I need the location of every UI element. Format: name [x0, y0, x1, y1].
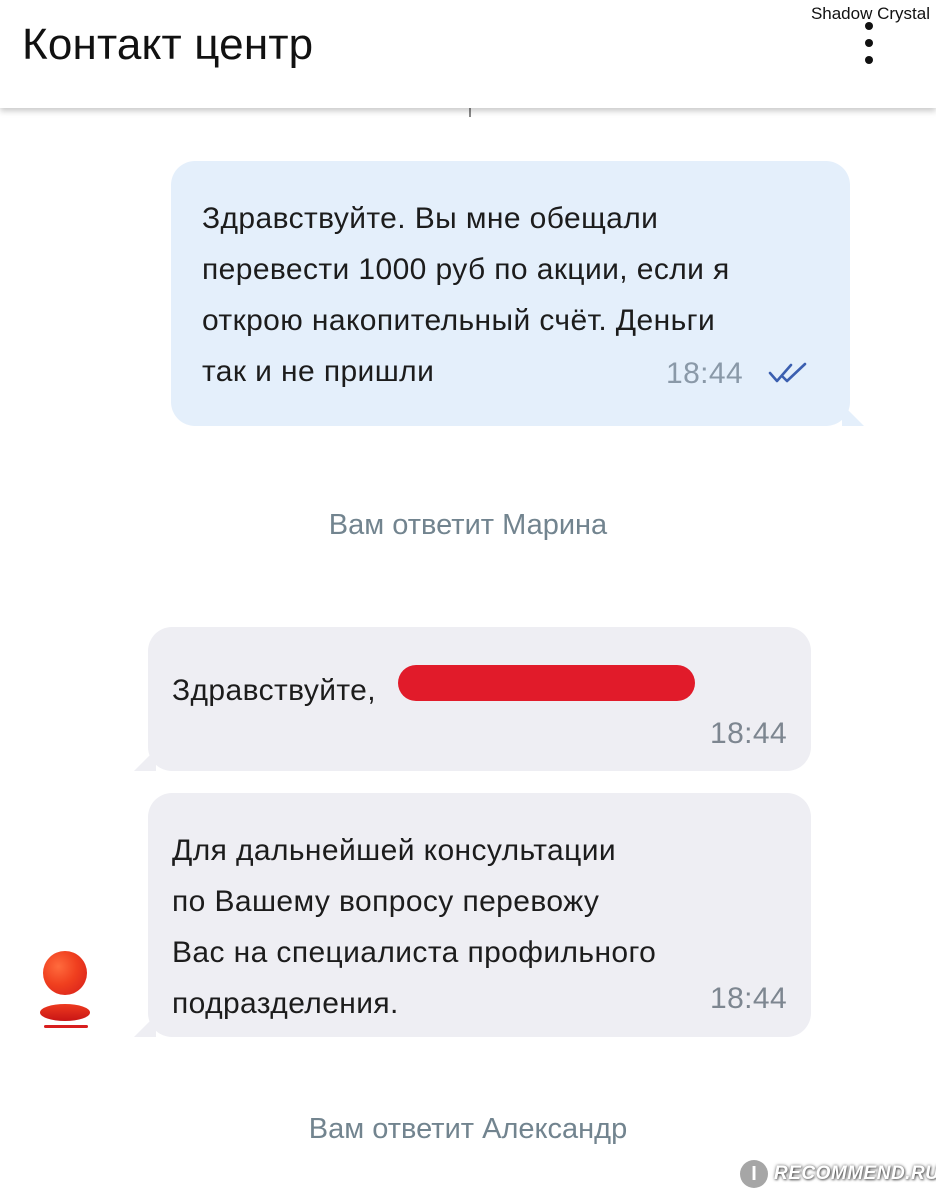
- operator-assigned-note: Вам ответит Марина: [328, 509, 608, 541]
- app-header: Контакт центр Shadow Crystal: [0, 0, 936, 108]
- watermark-text: RECOMMEND.RU: [774, 1163, 936, 1184]
- message-time: 18:44: [710, 982, 788, 1015]
- message-line: по Вашему вопросу перевожу: [172, 885, 600, 918]
- message-text: Для дальнейшей консультации по Вашему во…: [172, 825, 712, 1029]
- incoming-message-bubble[interactable]: Для дальнейшей консультации по Вашему во…: [134, 793, 811, 1037]
- chat-screen: Контакт центр Shadow Crystal Здравствуйт…: [0, 0, 936, 1200]
- bank-logo-icon: [40, 951, 92, 1031]
- operator-assigned-note: Вам ответит Александр: [308, 1113, 628, 1145]
- message-line: Здравствуйте. Вы мне обещали: [202, 202, 659, 235]
- message-line: подразделения.: [172, 987, 399, 1020]
- redacted-name-mark: [398, 665, 695, 701]
- bubble-tail: [842, 404, 864, 426]
- message-time: 18:44: [710, 717, 788, 750]
- user-name-tag: Shadow Crystal: [810, 4, 930, 23]
- message-time: 18:44: [666, 357, 744, 390]
- message-line: открою накопительный счёт. Деньги: [202, 304, 716, 337]
- message-line: перевести 1000 руб по акции, если я: [202, 253, 730, 286]
- watermark: I RECOMMEND.RU: [740, 1156, 936, 1192]
- watermark-badge: I: [740, 1160, 768, 1188]
- page-title: Контакт центр: [22, 20, 314, 69]
- message-line: Для дальнейшей консультации: [172, 834, 617, 867]
- bubble-tail: [134, 1015, 156, 1037]
- bubble-tail: [134, 749, 156, 771]
- outgoing-message-bubble[interactable]: Здравствуйте. Вы мне обещали перевести 1…: [171, 161, 864, 426]
- scroll-divider: [469, 108, 471, 117]
- more-vertical-icon[interactable]: [860, 22, 878, 66]
- message-line: Вас на специалиста профильного: [172, 936, 657, 969]
- double-check-icon: [768, 362, 807, 383]
- message-text: Здравствуйте,: [172, 674, 376, 707]
- incoming-message-bubble[interactable]: Здравствуйте, 18:44: [134, 627, 811, 771]
